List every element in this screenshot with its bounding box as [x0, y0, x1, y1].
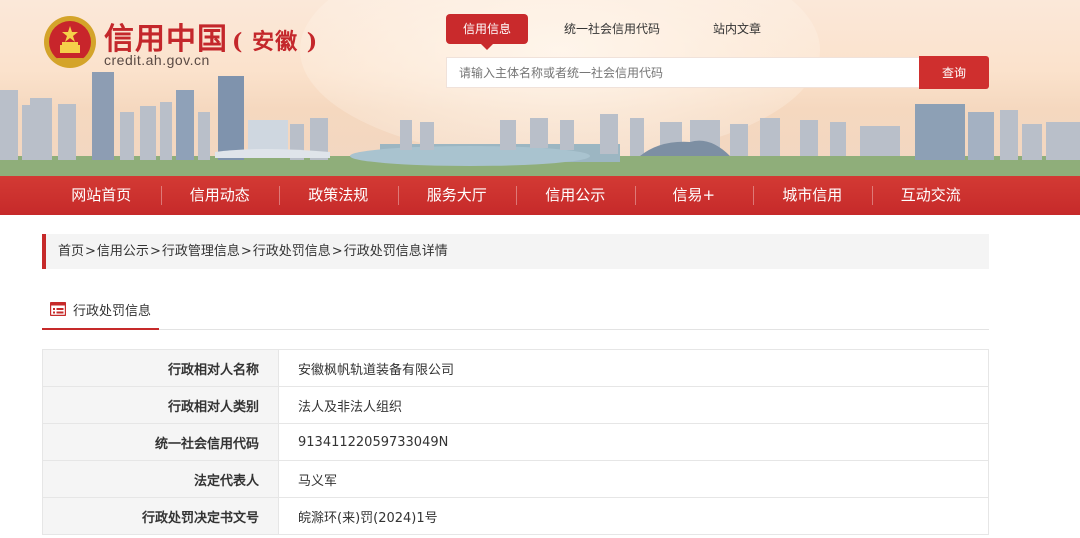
field-label: 行政处罚决定书文号: [42, 497, 279, 535]
breadcrumb-current: 行政处罚信息详情: [343, 244, 448, 259]
field-label: 统一社会信用代码: [42, 423, 279, 461]
table-row: 统一社会信用代码 91341122059733049N: [42, 423, 989, 461]
section-header: 行政处罚信息: [42, 290, 989, 330]
tab-unified-code[interactable]: 统一社会信用代码: [547, 14, 677, 44]
document-list-icon: [50, 302, 66, 316]
breadcrumb-admin-info[interactable]: 行政管理信息: [162, 234, 240, 269]
national-emblem-icon: [44, 16, 96, 68]
nav-item-interaction[interactable]: 互动交流: [871, 176, 991, 215]
penalty-detail-table: 行政相对人名称 安徽枫帆轨道装备有限公司 行政相对人类别 法人及非法人组织 统一…: [42, 349, 989, 535]
field-label: 行政相对人名称: [42, 349, 279, 387]
nav-item-xinyi-plus[interactable]: 信易+: [634, 176, 754, 215]
tab-site-articles[interactable]: 站内文章: [696, 14, 778, 44]
breadcrumb-penalty-info[interactable]: 行政处罚信息: [253, 234, 331, 269]
logo-region: ( 安徽 ): [232, 29, 319, 55]
table-row: 行政相对人类别 法人及非法人组织: [42, 386, 989, 424]
section-title: 行政处罚信息: [73, 303, 152, 319]
breadcrumb-separator: >: [149, 244, 161, 259]
nav-item-service-hall[interactable]: 服务大厅: [397, 176, 517, 215]
field-value: 马义军: [278, 460, 989, 498]
section-tab: 行政处罚信息: [42, 290, 160, 330]
site-logo-title[interactable]: 信用中国 ( 安徽 ): [104, 14, 318, 57]
field-value: 安徽枫帆轨道装备有限公司: [278, 349, 989, 387]
breadcrumb-separator: >: [85, 244, 96, 259]
table-row: 行政相对人名称 安徽枫帆轨道装备有限公司: [42, 349, 989, 387]
nav-item-home[interactable]: 网站首页: [42, 176, 161, 215]
logo-domain: credit.ah.gov.cn: [104, 52, 210, 68]
nav-item-credit-publicity[interactable]: 信用公示: [516, 176, 635, 215]
nav-item-policies[interactable]: 政策法规: [279, 176, 398, 215]
field-label: 行政相对人类别: [42, 386, 279, 424]
breadcrumb-home[interactable]: 首页: [58, 234, 84, 269]
table-row: 行政处罚决定书文号 皖滁环(来)罚(2024)1号: [42, 497, 989, 535]
search-button[interactable]: 查询: [919, 56, 989, 89]
field-value: 皖滁环(来)罚(2024)1号: [278, 497, 989, 535]
nav-item-credit-news[interactable]: 信用动态: [160, 176, 280, 215]
main-nav: 网站首页 信用动态 政策法规 服务大厅 信用公示 信易+ 城市信用 互动交流: [0, 176, 1080, 215]
field-value: 91341122059733049N: [278, 423, 989, 461]
breadcrumb-separator: >: [240, 244, 252, 259]
nav-item-city-credit[interactable]: 城市信用: [753, 176, 872, 215]
table-row: 法定代表人 马义军: [42, 460, 989, 498]
search-input[interactable]: [446, 57, 919, 88]
breadcrumb: 首页 > 信用公示 > 行政管理信息 > 行政处罚信息 > 行政处罚信息详情: [42, 234, 989, 269]
field-value: 法人及非法人组织: [278, 386, 989, 424]
tab-credit-info[interactable]: 信用信息: [446, 14, 529, 50]
breadcrumb-credit-publicity[interactable]: 信用公示: [97, 234, 149, 269]
header-banner: 信用中国 ( 安徽 ) credit.ah.gov.cn 信用信息 统一社会信用…: [0, 0, 1080, 176]
breadcrumb-separator: >: [331, 244, 343, 259]
search-type-tabs: 信用信息 统一社会信用代码 站内文章: [446, 14, 797, 50]
field-label: 法定代表人: [42, 460, 279, 498]
